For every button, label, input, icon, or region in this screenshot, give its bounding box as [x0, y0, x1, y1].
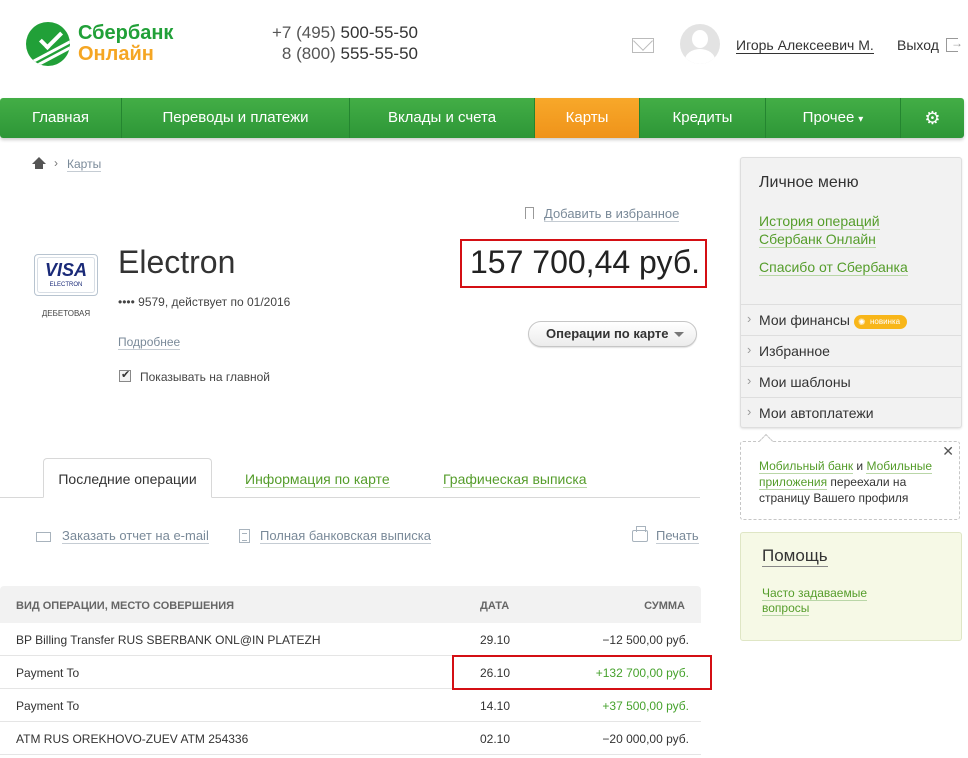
card-type-label: ДЕБЕТОВАЯ — [41, 309, 91, 318]
chevron-down-icon — [674, 332, 684, 337]
mail-icon[interactable] — [632, 38, 654, 53]
spasibo-link[interactable]: Спасибо от Сбербанка — [759, 258, 939, 276]
logo-text-sberbank: Сбербанк — [78, 22, 174, 44]
column-header-date: ДАТА — [480, 600, 510, 612]
mobile-bank-link[interactable]: Мобильный банк — [759, 459, 854, 474]
tab-card-info[interactable]: Информация по карте — [245, 471, 390, 488]
details-link[interactable]: Подробнее — [118, 335, 181, 350]
show-on-main-checkbox[interactable] — [119, 368, 131, 382]
print-link[interactable]: Печать — [656, 528, 699, 544]
nav-item-deposits[interactable]: Вклады и счета — [350, 98, 535, 138]
mobile-notice: ✕ Мобильный банк и Мобильные приложения … — [740, 433, 960, 520]
column-header-operation: ВИД ОПЕРАЦИИ, МЕСТО СОВЕРШЕНИЯ — [16, 600, 235, 612]
logout-icon[interactable] — [946, 36, 963, 52]
card-balance: 157 700,44 руб. — [470, 244, 701, 280]
row-highlight-box — [452, 655, 712, 690]
chevron-down-icon: ▾ — [858, 114, 864, 125]
column-header-sum: СУММА — [644, 600, 685, 612]
tab-recent-operations[interactable]: Последние операции — [43, 458, 212, 498]
help-title[interactable]: Помощь — [762, 546, 828, 567]
table-row[interactable]: ATM RUS OREKHOVO-ZUEV ATM 254336 02.10 −… — [0, 722, 701, 755]
table-row[interactable]: Payment To 14.10 +37 500,00 руб. — [0, 689, 701, 722]
main-nav: Главная Переводы и платежи Вклады и счет… — [0, 98, 964, 138]
new-badge: новинка — [853, 315, 908, 329]
personal-menu: Личное меню История операций Сбербанк Он… — [740, 157, 962, 428]
bookmark-icon[interactable] — [525, 207, 534, 219]
table-row[interactable]: BP Billing Transfer RUS SBERBANK ONL@IN … — [0, 623, 701, 656]
nav-item-other[interactable]: Прочее ▾ — [766, 98, 901, 138]
breadcrumb-separator-icon: › — [54, 156, 58, 170]
sberbank-logo-icon — [26, 22, 70, 66]
phone-numbers: +7 (495) 500-55-50 8 (800) 555-55-50 — [271, 23, 418, 63]
sidebar-item-my-finances[interactable]: Мои финансыновинка — [741, 304, 961, 335]
operations-table-header: ВИД ОПЕРАЦИИ, МЕСТО СОВЕРШЕНИЯ ДАТА СУММ… — [0, 586, 701, 623]
email-icon[interactable] — [36, 532, 51, 542]
sidebar-item-autopayments[interactable]: Мои автоплатежи — [741, 397, 961, 428]
printer-icon[interactable] — [632, 526, 648, 542]
operations-history-link[interactable]: История операций Сбербанк Онлайн — [759, 212, 939, 248]
visa-card-image: VISA ELECTRON — [34, 254, 98, 296]
tab-graphic-statement[interactable]: Графическая выписка — [443, 471, 587, 488]
home-icon[interactable] — [32, 157, 46, 170]
nav-item-cards[interactable]: Карты — [535, 98, 640, 138]
card-number-info: •••• 9579, действует по 01/2016 — [118, 295, 291, 309]
help-box: Помощь Часто задаваемые вопросы — [740, 532, 962, 641]
logout-link[interactable]: Выход — [897, 37, 939, 53]
add-to-favorites-link[interactable]: Добавить в избранное — [544, 206, 680, 222]
card-name: Electron — [118, 244, 236, 280]
personal-menu-title: Личное меню — [759, 174, 859, 191]
card-operations-button[interactable]: Операции по карте — [528, 321, 697, 347]
order-email-report-link[interactable]: Заказать отчет на e-mail — [62, 528, 209, 544]
sidebar-item-favorites[interactable]: Избранное — [741, 335, 961, 366]
nav-item-transfers[interactable]: Переводы и платежи — [122, 98, 350, 138]
sidebar-item-templates[interactable]: Мои шаблоны — [741, 366, 961, 397]
user-name-link[interactable]: Игорь Алексеевич М. — [736, 37, 874, 54]
faq-link[interactable]: Часто задаваемые вопросы — [762, 586, 902, 616]
show-on-main-label: Показывать на главной — [140, 370, 271, 384]
avatar[interactable] — [680, 24, 720, 64]
settings-button[interactable]: ⚙ — [901, 98, 964, 138]
logo-text-online: Онлайн — [78, 43, 154, 65]
close-icon[interactable]: ✕ — [942, 443, 954, 459]
sberbank-logo[interactable]: Сбербанк Онлайн — [26, 20, 186, 66]
nav-item-credits[interactable]: Кредиты — [640, 98, 766, 138]
nav-item-main[interactable]: Главная — [0, 98, 122, 138]
full-statement-link[interactable]: Полная банковская выписка — [260, 528, 431, 544]
document-icon[interactable] — [239, 529, 250, 543]
breadcrumb-cards[interactable]: Карты — [67, 157, 102, 172]
gear-icon: ⚙ — [924, 108, 941, 128]
